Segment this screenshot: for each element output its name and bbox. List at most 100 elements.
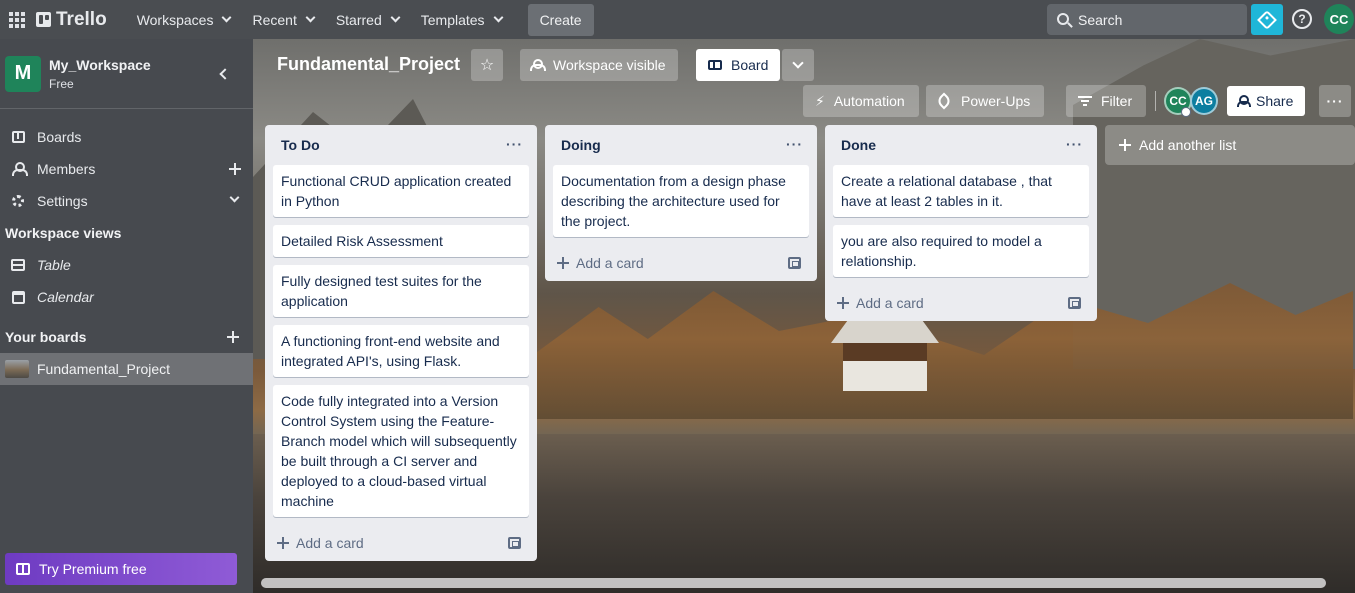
visibility-button[interactable]: Workspace visible	[520, 49, 678, 81]
create-from-template-icon[interactable]	[1068, 297, 1081, 309]
list-actions-icon[interactable]: ···	[506, 136, 523, 152]
chevron-down-icon	[390, 12, 401, 23]
create-button[interactable]: Create	[527, 3, 594, 36]
list-done: Done ··· Create a relational database , …	[825, 125, 1097, 321]
create-from-template-icon[interactable]	[788, 257, 801, 269]
board-horizontal-scrollbar[interactable]	[261, 578, 1326, 588]
add-card-label: Add a card	[576, 255, 644, 271]
board-thumbnail	[5, 360, 29, 378]
your-boards-label: Your boards	[5, 329, 87, 345]
star-icon: ☆	[479, 57, 495, 74]
nav-workspaces-menu[interactable]: Workspaces	[127, 4, 241, 36]
user-avatar[interactable]: CC	[1324, 4, 1354, 34]
board-view-button[interactable]: Board	[696, 49, 781, 81]
nav-starred-label: Starred	[335, 11, 382, 28]
try-premium-label: Try Premium free	[39, 561, 147, 577]
sidebar-item-label: Settings	[37, 193, 88, 209]
add-card-label: Add a card	[856, 295, 924, 311]
header-divider	[1155, 91, 1156, 111]
nav-templates-menu[interactable]: Templates	[411, 4, 512, 36]
board-view-label: Board	[731, 57, 769, 73]
list-title[interactable]: Doing	[561, 137, 601, 153]
sidebar-item-boards[interactable]: Boards	[0, 121, 253, 153]
card[interactable]: you are also required to model a relatio…	[833, 225, 1089, 277]
board-icon	[11, 131, 25, 143]
workspace-name[interactable]: My_Workspace	[49, 57, 151, 73]
automation-button[interactable]: ⚡ Automation	[803, 85, 919, 117]
sidebar-item-members[interactable]: Members	[0, 153, 253, 185]
card[interactable]: Code fully integrated into a Version Con…	[273, 385, 529, 517]
card[interactable]: Documentation from a design phase descri…	[553, 165, 809, 237]
nav-recent-label: Recent	[252, 11, 297, 28]
plus-icon	[277, 537, 289, 549]
scrollbar-thumb[interactable]	[261, 578, 1326, 588]
members-icon	[12, 162, 28, 176]
list-actions-icon[interactable]: ···	[786, 136, 803, 152]
chevron-down-icon	[493, 12, 504, 23]
app-switcher-button[interactable]	[4, 7, 30, 33]
filter-label: Filter	[1101, 93, 1133, 109]
lightning-bolt-icon: ⚡	[815, 92, 825, 109]
mountain-hut	[831, 321, 939, 391]
automation-label: Automation	[833, 93, 905, 109]
nav-recent-menu[interactable]: Recent	[242, 4, 323, 36]
chevron-down-icon	[222, 12, 232, 23]
sidebar-item-label: Calendar	[37, 289, 94, 305]
list-title[interactable]: To Do	[281, 137, 320, 153]
sidebar-board-label: Fundamental_Project	[37, 361, 171, 377]
card[interactable]: A functioning front-end website and inte…	[273, 325, 529, 377]
sidebar-item-calendar[interactable]: Calendar	[0, 281, 253, 313]
power-ups-button[interactable]: Power-Ups	[926, 85, 1045, 117]
filter-button[interactable]: Filter	[1066, 85, 1147, 117]
add-person-icon	[1237, 95, 1251, 107]
member-avatar-ag[interactable]: AG	[1190, 87, 1218, 115]
sidebar-item-label: Boards	[37, 129, 82, 145]
add-card-button[interactable]: Add a card	[825, 285, 1097, 321]
sidebar-item-settings[interactable]: Settings	[0, 185, 253, 217]
try-premium-button[interactable]: Try Premium free	[5, 553, 237, 585]
search-placeholder: Search	[1078, 11, 1123, 28]
apps-grid-icon	[9, 11, 25, 28]
sidebar-board-fundamental-project[interactable]: Fundamental_Project	[0, 353, 253, 385]
board-menu-button[interactable]: ···	[1319, 85, 1351, 117]
rocket-icon	[935, 92, 953, 110]
trello-logo-icon	[36, 12, 51, 27]
add-card-button[interactable]: Add a card	[545, 245, 817, 281]
list-header: Doing ···	[545, 125, 817, 165]
search-input[interactable]: Search	[1047, 4, 1247, 35]
card[interactable]: Fully designed test suites for the appli…	[273, 265, 529, 317]
chevron-down-icon[interactable]	[229, 192, 240, 203]
view-switcher-button[interactable]	[782, 49, 814, 81]
add-board-plus-icon[interactable]	[227, 331, 239, 343]
premium-offer-button[interactable]	[1251, 4, 1283, 35]
calendar-icon	[11, 290, 25, 304]
sidebar-item-label: Members	[37, 161, 96, 177]
share-button[interactable]: Share	[1227, 86, 1306, 116]
workspace-views-heading: Workspace views	[5, 225, 122, 241]
add-member-plus-icon[interactable]	[229, 163, 241, 175]
sidebar-item-label: Table	[37, 257, 71, 273]
sidebar-item-table[interactable]: Table	[0, 249, 253, 281]
add-card-button[interactable]: Add a card	[265, 525, 537, 561]
board-title[interactable]: Fundamental_Project	[277, 54, 460, 75]
add-list-label: Add another list	[1139, 137, 1237, 153]
add-list-button[interactable]: Add another list	[1105, 125, 1355, 165]
create-from-template-icon[interactable]	[508, 537, 521, 549]
tag-icon	[1257, 9, 1277, 30]
list-actions-icon[interactable]: ···	[1066, 136, 1083, 152]
nav-starred-menu[interactable]: Starred	[326, 4, 409, 36]
trello-logo[interactable]: Trello	[36, 9, 107, 31]
workspace-avatar[interactable]: M	[5, 55, 41, 92]
help-icon[interactable]: ?	[1292, 9, 1312, 29]
card[interactable]: Functional CRUD application created in P…	[273, 165, 529, 217]
collapse-sidebar-icon[interactable]	[219, 68, 231, 80]
list-title[interactable]: Done	[841, 137, 876, 153]
list-to-do: To Do ··· Functional CRUD application cr…	[265, 125, 537, 561]
card[interactable]: Create a relational database , that have…	[833, 165, 1089, 217]
card[interactable]: Detailed Risk Assessment	[273, 225, 529, 257]
nav-templates-label: Templates	[420, 11, 485, 28]
star-board-button[interactable]: ☆	[471, 49, 503, 81]
people-icon	[530, 59, 546, 71]
workspace-plan: Free	[49, 76, 74, 91]
share-label: Share	[1256, 93, 1294, 109]
